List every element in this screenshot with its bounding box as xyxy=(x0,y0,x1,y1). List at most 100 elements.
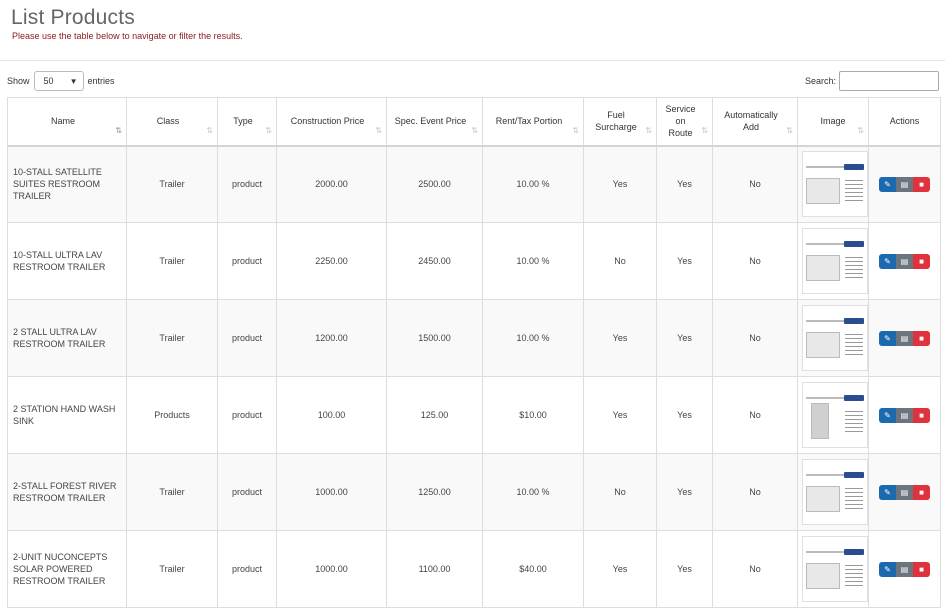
logo xyxy=(844,318,864,324)
view-button[interactable]: ▤ xyxy=(896,253,913,269)
flyer-text xyxy=(845,334,863,356)
edit-icon: ✎ xyxy=(884,410,891,420)
flyer-heading xyxy=(806,397,844,399)
product-photo xyxy=(806,563,840,589)
column-header-event-price[interactable]: Spec. Event Price ⇅ xyxy=(386,97,483,147)
product-thumbnail[interactable] xyxy=(802,459,868,525)
cell-image xyxy=(797,530,869,608)
cell-image xyxy=(797,376,869,454)
search-input[interactable] xyxy=(839,71,939,91)
cell-type: product xyxy=(217,453,277,531)
cell-name: 2 STATION HAND WASH SINK xyxy=(7,376,127,454)
flyer-text xyxy=(845,180,863,203)
column-header-service-on-route[interactable]: Service on Route ⇅ xyxy=(656,97,713,147)
cell-type: product xyxy=(217,299,277,377)
sort-icon: ⇅ xyxy=(857,125,864,135)
edit-icon: ✎ xyxy=(884,564,891,574)
cell-class: Trailer xyxy=(126,222,218,300)
cell-fuel-surcharge: Yes xyxy=(583,299,657,377)
edit-button[interactable]: ✎ xyxy=(879,561,896,577)
page-header: List Products Please use the table below… xyxy=(0,0,945,61)
edit-button[interactable]: ✎ xyxy=(879,484,896,500)
sort-icon: ⇅ xyxy=(375,125,382,135)
cell-service-on-route: Yes xyxy=(656,530,713,608)
trash-icon: ■ xyxy=(919,564,924,574)
page-length-select[interactable]: 50 ▼ xyxy=(33,71,84,91)
cell-rent-tax: $40.00 xyxy=(482,530,584,608)
delete-button[interactable]: ■ xyxy=(913,330,930,346)
column-header-name[interactable]: Name ⇅ xyxy=(7,97,127,147)
column-header-type[interactable]: Type ⇅ xyxy=(217,97,277,147)
view-button[interactable]: ▤ xyxy=(896,176,913,192)
cell-type: product xyxy=(217,222,277,300)
column-header-fuel-surcharge[interactable]: Fuel Surcharge ⇅ xyxy=(583,97,657,147)
product-thumbnail[interactable] xyxy=(802,305,868,371)
trash-icon: ■ xyxy=(919,333,924,343)
logo xyxy=(844,472,864,478)
view-button[interactable]: ▤ xyxy=(896,561,913,577)
table-row: 2 STALL ULTRA LAV RESTROOM TRAILER Traile… xyxy=(7,299,941,377)
cell-event-price: 125.00 xyxy=(386,376,483,454)
delete-button[interactable]: ■ xyxy=(913,407,930,423)
edit-button[interactable]: ✎ xyxy=(879,330,896,346)
delete-button[interactable]: ■ xyxy=(913,484,930,500)
column-header-class[interactable]: Class ⇅ xyxy=(126,97,218,147)
table-row: 10-STALL ULTRA LAV RESTROOM TRAILER Trail… xyxy=(7,222,941,300)
product-thumbnail[interactable] xyxy=(802,382,868,448)
delete-button[interactable]: ■ xyxy=(913,561,930,577)
cell-type: product xyxy=(217,530,277,608)
column-label: Actions xyxy=(889,116,920,127)
product-thumbnail[interactable] xyxy=(802,228,868,294)
edit-button[interactable]: ✎ xyxy=(879,407,896,423)
column-label: Rent/Tax Portion xyxy=(495,116,563,127)
column-header-construction-price[interactable]: Construction Price ⇅ xyxy=(276,97,387,147)
view-button[interactable]: ▤ xyxy=(896,407,913,423)
logo xyxy=(844,241,864,247)
cell-construction-price: 1000.00 xyxy=(276,453,387,531)
delete-button[interactable]: ■ xyxy=(913,253,930,269)
cell-actions: ✎ ▤ ■ xyxy=(868,299,941,377)
delete-button[interactable]: ■ xyxy=(913,176,930,192)
cell-event-price: 1100.00 xyxy=(386,530,483,608)
column-header-auto-add[interactable]: Automatically Add ⇅ xyxy=(712,97,798,147)
sort-icon: ⇅ xyxy=(206,125,213,135)
action-group: ✎ ▤ ■ xyxy=(873,253,936,269)
flyer-heading xyxy=(806,243,844,245)
cell-construction-price: 1000.00 xyxy=(276,530,387,608)
search-control: Search: xyxy=(805,71,939,91)
sort-icon: ⇅ xyxy=(572,125,579,135)
view-button[interactable]: ▤ xyxy=(896,330,913,346)
cell-name: 2-STALL FOREST RIVER RESTROOM TRAILER xyxy=(7,453,127,531)
column-label: Service on Route xyxy=(665,104,696,139)
sort-icon: ⇅ xyxy=(265,125,272,135)
column-header-image: Image ⇅ xyxy=(797,97,869,147)
table-body: 10-STALL SATELLITE SUITES RESTROOM TRAIL… xyxy=(7,145,941,608)
column-header-actions: Actions xyxy=(868,97,941,147)
product-photo xyxy=(806,255,840,281)
cell-class: Trailer xyxy=(126,453,218,531)
column-header-rent-tax[interactable]: Rent/Tax Portion ⇅ xyxy=(482,97,584,147)
column-label: Type xyxy=(233,116,253,127)
product-thumbnail[interactable] xyxy=(802,151,868,218)
cell-image xyxy=(797,222,869,300)
cell-rent-tax: 10.00 % xyxy=(482,299,584,377)
cell-event-price: 2500.00 xyxy=(386,145,483,223)
product-photo xyxy=(806,332,840,358)
flyer-text xyxy=(845,488,863,510)
edit-button[interactable]: ✎ xyxy=(879,176,896,192)
flyer-text xyxy=(845,565,863,587)
chevron-down-icon: ▼ xyxy=(69,76,78,86)
cell-auto-add: No xyxy=(712,222,798,300)
table-row: 2 STATION HAND WASH SINK Products product 1… xyxy=(7,376,941,454)
edit-icon: ✎ xyxy=(884,333,891,343)
page-length-value: 50 xyxy=(43,76,54,86)
document-icon: ▤ xyxy=(900,333,909,343)
cell-class: Products xyxy=(126,376,218,454)
cell-actions: ✎ ▤ ■ xyxy=(868,530,941,608)
product-thumbnail[interactable] xyxy=(802,536,868,602)
cell-class: Trailer xyxy=(126,530,218,608)
cell-auto-add: No xyxy=(712,145,798,223)
page-title: List Products xyxy=(11,6,135,29)
edit-button[interactable]: ✎ xyxy=(879,253,896,269)
view-button[interactable]: ▤ xyxy=(896,484,913,500)
